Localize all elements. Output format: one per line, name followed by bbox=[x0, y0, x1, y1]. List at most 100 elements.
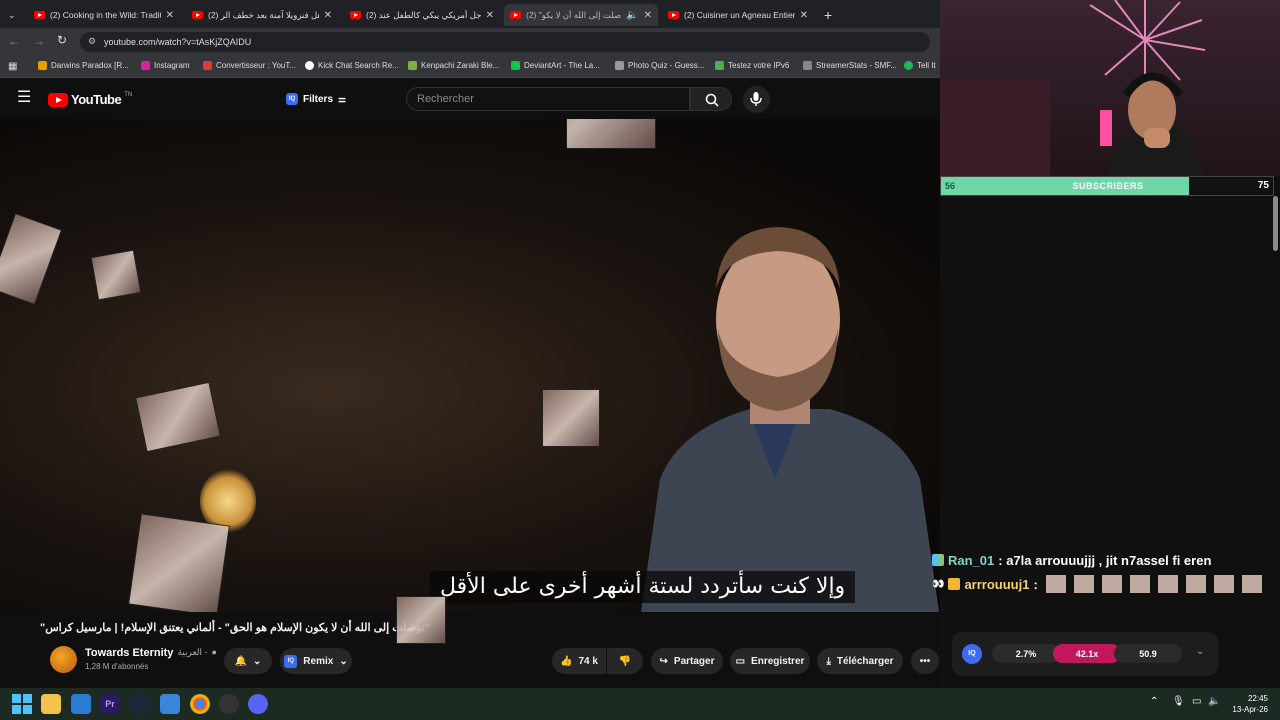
filters-button[interactable]: IQ Filters ⚌ bbox=[286, 88, 346, 110]
file-explorer-icon[interactable] bbox=[41, 694, 61, 714]
emote-sticker bbox=[566, 119, 656, 149]
close-icon[interactable]: ✕ bbox=[644, 10, 652, 21]
download-button[interactable]: ⤓ Télécharger bbox=[817, 648, 903, 674]
youtube-favicon-icon bbox=[510, 11, 521, 19]
tab-title: (2) Cuisiner un Agneau Entier s bbox=[684, 10, 795, 20]
search-button[interactable] bbox=[690, 87, 732, 111]
emote-icon bbox=[1213, 575, 1234, 593]
emote-sticker bbox=[135, 381, 221, 453]
forward-icon[interactable]: → bbox=[33, 34, 45, 48]
system-clock[interactable]: 22:45 13-Apr-26 bbox=[1232, 693, 1268, 715]
scrollbar-thumb[interactable] bbox=[1273, 196, 1278, 251]
tab-search-button[interactable]: ⌄ bbox=[2, 4, 24, 26]
bookmark-favicon-icon bbox=[615, 61, 624, 70]
emote-icon bbox=[1129, 575, 1150, 593]
subscriber-goal-bar: 56 SUBSCRIBERS 75 bbox=[940, 176, 1274, 196]
voice-search-button[interactable] bbox=[743, 86, 770, 113]
bookmark-item[interactable]: DeviantArt - The La... bbox=[511, 61, 600, 70]
bookmark-item[interactable]: Instagram bbox=[141, 61, 190, 70]
subscriber-goal-target: 75 bbox=[1257, 180, 1269, 191]
youtube-wordmark: YouTube bbox=[71, 92, 122, 107]
bookmark-item[interactable]: Photo Quiz - Guess... bbox=[615, 61, 704, 70]
tab-venezuela[interactable]: (2) هل فنزويلا آمنة بعد خطف الر ✕ bbox=[186, 4, 338, 26]
stats-widget: IQ 2.7% 42.1x 50.9 ⌄ bbox=[952, 632, 1218, 676]
chat-message: Ran_01 : a7la arrouuujjj , jit n7assel f… bbox=[932, 548, 1280, 572]
channel-language: العربية - bbox=[177, 647, 208, 657]
bookmark-item[interactable]: Kenpachi Zaraki Ble... bbox=[408, 61, 499, 70]
search-input[interactable]: Rechercher bbox=[406, 87, 690, 111]
side-panel bbox=[940, 196, 1280, 692]
apps-grid-icon[interactable]: ▦ bbox=[8, 61, 17, 72]
webcam-scene bbox=[940, 0, 1206, 176]
channel-avatar[interactable] bbox=[50, 646, 77, 673]
volume-icon[interactable]: 🔈 bbox=[1208, 696, 1220, 707]
back-icon[interactable]: ← bbox=[8, 34, 20, 48]
youtube-logo[interactable]: YouTube TN bbox=[48, 92, 132, 107]
close-icon[interactable]: ✕ bbox=[324, 10, 332, 21]
bookmark-favicon-icon bbox=[203, 61, 212, 70]
app-icon[interactable] bbox=[219, 694, 239, 714]
chevron-up-icon[interactable]: ⌃ bbox=[1150, 696, 1158, 707]
bookmark-icon: ▭ bbox=[735, 655, 746, 667]
site-info-icon[interactable]: ⚙ bbox=[88, 36, 96, 47]
share-button[interactable]: ↪ Partager bbox=[651, 648, 723, 674]
more-horizontal-icon: ••• bbox=[919, 655, 931, 667]
bookmark-item[interactable]: StreamerStats - SMF... bbox=[803, 61, 897, 70]
tab-cooking[interactable]: (2) Cooking in the Wild: Traditio ✕ bbox=[28, 4, 180, 26]
outlook-icon[interactable] bbox=[71, 694, 91, 714]
bookmark-item[interactable]: Testez votre IPv6 bbox=[715, 61, 789, 70]
speaker-icon[interactable]: 🔈 bbox=[626, 10, 638, 21]
crown-badge-icon bbox=[948, 578, 961, 590]
youtube-favicon-icon bbox=[34, 11, 45, 19]
video-player[interactable]: وإلا كنت سأتردد لستة أشهر أخرى على الأقل bbox=[0, 119, 940, 612]
chat-overlay: Ran_01 : a7la arrouuujjj , jit n7assel f… bbox=[932, 548, 1280, 600]
bookmark-item[interactable]: Kick Chat Search Re... bbox=[305, 61, 399, 70]
premiere-pro-icon[interactable]: Pr bbox=[100, 694, 120, 714]
dislike-button[interactable]: 👎 bbox=[607, 648, 643, 674]
chevron-down-icon[interactable]: ⌄ bbox=[1196, 646, 1204, 657]
video-subtitle: وإلا كنت سأتردد لستة أشهر أخرى على الأقل bbox=[430, 571, 856, 603]
discord-icon[interactable] bbox=[248, 694, 268, 714]
network-icon[interactable]: ▭ bbox=[1192, 696, 1201, 707]
tab-active-video[interactable]: (2) "توصلت إلى الله أن لا يكو 🔈 ✕ bbox=[504, 4, 658, 26]
like-button[interactable]: 👍 74 k bbox=[552, 648, 606, 674]
search-icon bbox=[705, 93, 719, 107]
clock-date: 13-Apr-26 bbox=[1232, 705, 1268, 714]
windows-start-icon[interactable] bbox=[12, 694, 32, 714]
new-tab-button[interactable]: + bbox=[818, 4, 840, 26]
checkmark-icon bbox=[715, 61, 724, 70]
close-icon[interactable]: ✕ bbox=[166, 10, 174, 21]
notification-bell-button[interactable]: 🔔 ⌄ bbox=[224, 648, 272, 674]
tab-strip: ⌄ (2) Cooking in the Wild: Traditio ✕ (2… bbox=[0, 0, 940, 28]
channel-name[interactable]: Towards Eternity bbox=[85, 647, 173, 659]
bell-icon: 🔔 bbox=[234, 655, 248, 667]
tab-cuisiner[interactable]: (2) Cuisiner un Agneau Entier s ✕ bbox=[662, 4, 814, 26]
tab-american-man[interactable]: (2) رجل أمريكي يبكي كالطفل عند ✕ bbox=[344, 4, 500, 26]
plus-icon: + bbox=[824, 7, 833, 23]
save-label: Enregistrer bbox=[751, 655, 805, 667]
url-input[interactable]: ⚙ youtube.com/watch?v=tAsKjZQAIDU bbox=[80, 32, 930, 52]
app-icon[interactable] bbox=[160, 694, 180, 714]
more-actions-button[interactable]: ••• bbox=[911, 648, 939, 674]
tab-title: (2) رجل أمريكي يبكي كالطفل عند bbox=[366, 9, 481, 20]
verified-icon: ● bbox=[211, 647, 217, 657]
save-button[interactable]: ▭ Enregistrer bbox=[730, 648, 810, 674]
bookmark-item[interactable]: Convertisseur : YouT... bbox=[203, 61, 296, 70]
chat-username: arrrouuuj1 bbox=[964, 576, 1030, 592]
remix-button[interactable]: IQ Remix ⌄ bbox=[280, 648, 352, 674]
close-icon[interactable]: ✕ bbox=[800, 10, 808, 21]
reload-icon[interactable]: ↻ bbox=[57, 33, 67, 47]
bookmark-item[interactable]: Tell It bbox=[904, 61, 936, 70]
emote-icon bbox=[1073, 575, 1094, 593]
menu-icon[interactable]: ☰ bbox=[17, 90, 31, 106]
like-count: 74 k bbox=[578, 655, 598, 667]
iq-extension-icon[interactable]: IQ bbox=[962, 644, 982, 664]
emote-icon bbox=[1101, 575, 1122, 593]
download-icon: ⤓ bbox=[826, 655, 831, 667]
close-icon[interactable]: ✕ bbox=[486, 10, 494, 21]
stat-score: 50.9 bbox=[1114, 644, 1182, 663]
steam-icon[interactable] bbox=[130, 694, 150, 714]
bookmark-item[interactable]: Darwins Paradox [R... bbox=[38, 61, 129, 70]
microphone-icon[interactable]: 🎙 bbox=[1172, 696, 1185, 707]
chrome-icon[interactable] bbox=[190, 694, 210, 714]
